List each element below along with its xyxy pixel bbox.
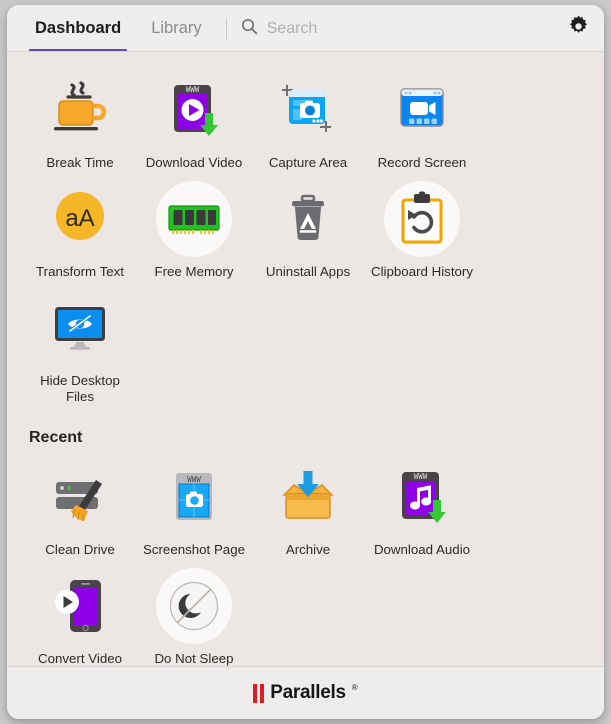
tool-label: Download Audio (373, 542, 471, 557)
gear-icon (566, 14, 591, 44)
do-not-sleep-icon (156, 568, 232, 644)
tool-label: Do Not Sleep (154, 651, 234, 666)
recent-section-title: Recent (29, 429, 83, 446)
clipboard-history-icon (384, 181, 460, 257)
search-icon (241, 18, 258, 40)
memory-stick-icon (156, 181, 232, 257)
tool-clean-drive[interactable]: Clean Drive (23, 453, 137, 562)
capture-area-icon (270, 72, 346, 148)
recent-grid: Clean Drive WWW Screenshot Page Archive … (7, 453, 604, 666)
toolbar-divider (225, 17, 227, 40)
tool-convert-video[interactable]: Convert Video (23, 562, 137, 666)
tab-dashboard-label: Dashboard (35, 19, 122, 37)
tools-grid: Break Time WWW Download Video Capture Ar… (7, 66, 604, 409)
tool-capture-area[interactable]: Capture Area (251, 66, 365, 175)
svg-text:WWW: WWW (187, 475, 201, 484)
transform-text-icon: aA (42, 181, 118, 257)
record-screen-icon (384, 72, 460, 148)
download-video-icon: WWW (156, 72, 232, 148)
hide-desktop-icon (42, 290, 118, 366)
tool-label: Archive (285, 542, 331, 557)
tool-screenshot-page[interactable]: WWW Screenshot Page (137, 453, 251, 562)
brand-name: Parallels (270, 682, 346, 703)
tool-label: Uninstall Apps (265, 264, 351, 279)
parallels-bars-icon (253, 684, 265, 703)
tool-record-screen[interactable]: Record Screen (365, 66, 479, 175)
toolbox-window: Dashboard Library Search Break Time WWW … (7, 5, 604, 719)
toolbar: Dashboard Library (7, 5, 604, 52)
registered-mark: ® (351, 683, 358, 692)
screenshot-page-icon: WWW (156, 459, 232, 535)
convert-video-icon (42, 568, 118, 644)
tool-label: Capture Area (268, 155, 348, 170)
tool-do-not-sleep[interactable]: Do Not Sleep (137, 562, 251, 666)
tool-label: Hide Desktop Files (40, 373, 120, 404)
tool-label: Screenshot Page (142, 542, 245, 557)
trash-app-icon (270, 181, 346, 257)
tool-uninstall-apps[interactable]: Uninstall Apps (251, 175, 365, 284)
tool-label: Convert Video (37, 651, 123, 666)
parallels-bar (253, 684, 258, 703)
svg-text:WWW: WWW (414, 472, 428, 481)
footer: Parallels ® (7, 666, 604, 719)
tool-label: Record Screen (377, 155, 467, 170)
parallels-bar (260, 684, 265, 703)
search-input[interactable] (266, 19, 507, 38)
tool-transform-text[interactable]: aA Transform Text (23, 175, 137, 284)
tool-label: Free Memory (154, 264, 234, 279)
search-area[interactable] (241, 5, 556, 52)
parallels-logo: Parallels ® (253, 682, 358, 703)
tab-library[interactable]: Library (141, 5, 211, 52)
coffee-cup-icon (42, 72, 118, 148)
tab-dashboard[interactable]: Dashboard (25, 5, 131, 52)
tool-label: Download Video (145, 155, 243, 170)
tool-break-time[interactable]: Break Time (23, 66, 137, 175)
tool-archive[interactable]: Archive (251, 453, 365, 562)
clean-drive-icon (42, 459, 118, 535)
settings-button[interactable] (556, 5, 600, 52)
tool-hide-desktop-files[interactable]: Hide Desktop Files (23, 284, 137, 409)
svg-text:aA: aA (65, 205, 94, 232)
tool-download-audio[interactable]: WWW Download Audio (365, 453, 479, 562)
content-area: Break Time WWW Download Video Capture Ar… (7, 52, 604, 666)
tool-download-video[interactable]: WWW Download Video (137, 66, 251, 175)
download-audio-icon: WWW (384, 459, 460, 535)
tool-label: Clean Drive (45, 542, 115, 557)
svg-text:WWW: WWW (186, 85, 200, 94)
archive-box-icon (270, 459, 346, 535)
tool-free-memory[interactable]: Free Memory (137, 175, 251, 284)
tool-label: Clipboard History (371, 264, 473, 279)
tool-label: Transform Text (36, 264, 124, 279)
tool-clipboard-history[interactable]: Clipboard History (365, 175, 479, 284)
tab-library-label: Library (151, 19, 202, 37)
tool-label: Break Time (46, 155, 114, 170)
